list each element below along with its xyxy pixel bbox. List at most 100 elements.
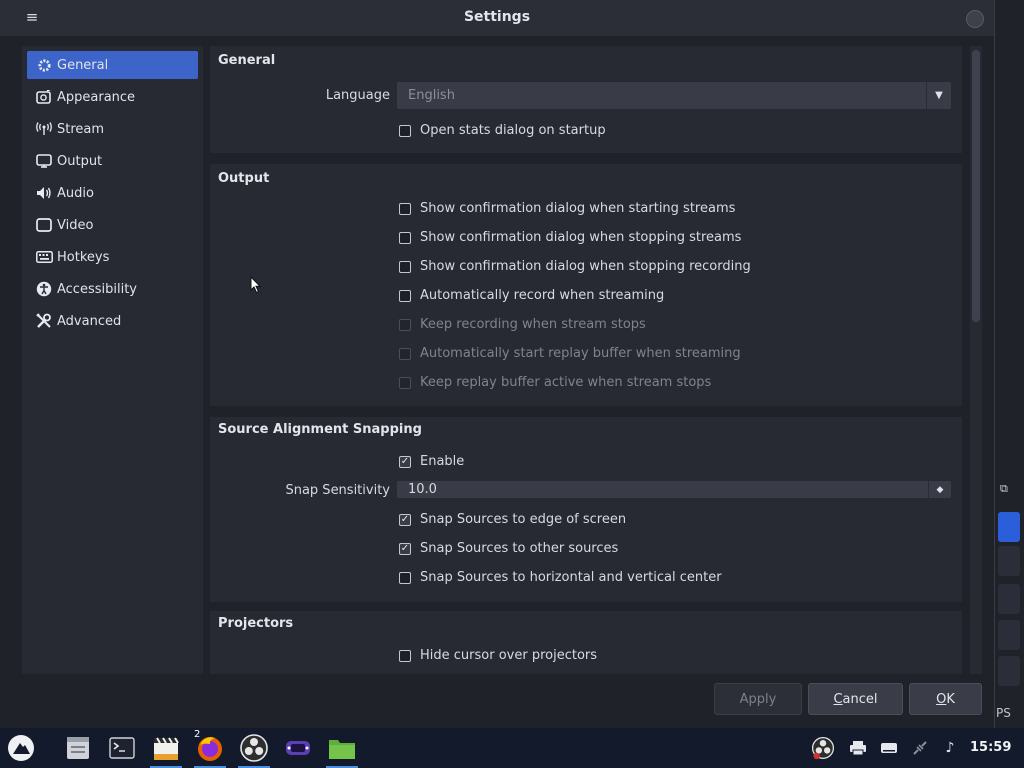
- checkmark-icon: ✓: [399, 455, 411, 468]
- background-item: [998, 584, 1020, 614]
- checkbox-box: [399, 571, 411, 584]
- snap-sensitivity-value: 10.0: [408, 482, 437, 497]
- sidebar-item-label: Accessibility: [57, 281, 137, 297]
- keep-replay-buffer-checkbox: Keep replay buffer active when stream st…: [399, 375, 711, 390]
- open-stats-checkbox[interactable]: Open stats dialog on startup: [399, 123, 606, 138]
- cancel-button[interactable]: Cancel: [808, 683, 903, 715]
- background-selected-item: [998, 512, 1020, 542]
- sidebar-item-stream[interactable]: Stream: [27, 115, 198, 143]
- section-title: Projectors: [218, 616, 294, 631]
- ok-button[interactable]: OK: [909, 683, 982, 715]
- snap-sources-checkbox[interactable]: ✓ Snap Sources to other sources: [399, 541, 618, 556]
- snapping-enable-checkbox[interactable]: ✓ Enable: [399, 454, 464, 469]
- tools-icon: [33, 311, 55, 331]
- checkbox-label: Automatically record when streaming: [420, 288, 665, 303]
- background-item: [998, 656, 1020, 686]
- firefox-icon[interactable]: 2: [194, 729, 226, 768]
- chevron-down-icon: ▼: [926, 82, 951, 109]
- snap-sensitivity-label: Snap Sensitivity: [285, 483, 390, 498]
- sidebar-item-label: Advanced: [57, 313, 122, 329]
- keep-recording-checkbox: Keep recording when stream stops: [399, 317, 646, 332]
- checkbox-label: Enable: [420, 454, 465, 469]
- scrollbar-thumb[interactable]: [972, 50, 980, 322]
- gear-icon: [33, 55, 55, 75]
- checkbox-label: Automatically start replay buffer when s…: [420, 346, 741, 361]
- checkbox-label: Show confirmation dialog when stopping r…: [420, 259, 751, 274]
- sidebar-item-label: Hotkeys: [57, 249, 110, 265]
- audio-volume-icon[interactable]: ♪: [940, 738, 960, 758]
- settings-window: ≡ Settings General Appearance Stream Out…: [0, 0, 995, 728]
- broadcast-icon: [33, 119, 55, 139]
- file-manager-icon[interactable]: [62, 732, 94, 764]
- app-menu-icon[interactable]: [5, 732, 37, 764]
- checkbox-box: [399, 289, 411, 302]
- mouse-cursor-icon: [250, 276, 262, 294]
- checkbox-label: Keep replay buffer active when stream st…: [420, 375, 712, 390]
- spin-arrows-icon[interactable]: ◆: [928, 481, 951, 498]
- monitor-icon: [33, 215, 55, 235]
- checkbox-label: Keep recording when stream stops: [420, 317, 646, 332]
- apply-button[interactable]: Apply: [714, 683, 802, 715]
- output-icon: [33, 151, 55, 171]
- section-title: Source Alignment Snapping: [218, 422, 422, 437]
- snap-sensitivity-spinbox[interactable]: 10.0 ◆: [397, 481, 951, 498]
- checkbox-label: Show confirmation dialog when stopping s…: [420, 230, 742, 245]
- background-item: [998, 546, 1020, 576]
- checkbox-box: [399, 347, 411, 360]
- dock-undock-icon[interactable]: ⧉: [1000, 482, 1016, 496]
- confirm-stop-recording-checkbox[interactable]: Show confirmation dialog when stopping r…: [399, 259, 751, 274]
- language-label: Language: [325, 88, 390, 103]
- sidebar-item-appearance[interactable]: Appearance: [27, 83, 198, 111]
- sidebar-item-label: Video: [57, 217, 94, 233]
- storage-icon[interactable]: [879, 738, 899, 758]
- snap-center-checkbox[interactable]: Snap Sources to horizontal and vertical …: [399, 570, 722, 585]
- confirm-stop-stream-checkbox[interactable]: Show confirmation dialog when stopping s…: [399, 230, 741, 245]
- checkmark-icon: ✓: [399, 513, 411, 526]
- checkbox-box: [399, 124, 411, 137]
- obs-tray-icon[interactable]: [811, 736, 835, 760]
- checkmark-icon: ✓: [399, 542, 411, 555]
- sidebar-item-advanced[interactable]: Advanced: [27, 307, 198, 335]
- language-dropdown[interactable]: English ▼: [397, 82, 951, 109]
- sidebar-item-label: Stream: [57, 121, 105, 137]
- printer-icon[interactable]: [848, 738, 868, 758]
- checkbox-label: Open stats dialog on startup: [420, 123, 606, 138]
- clock[interactable]: 15:59: [970, 740, 1011, 755]
- game-app-icon[interactable]: [282, 732, 314, 764]
- checkbox-box: [399, 376, 411, 389]
- checkbox-box: [399, 260, 411, 273]
- snap-edge-checkbox[interactable]: ✓ Snap Sources to edge of screen: [399, 512, 626, 527]
- video-editor-icon[interactable]: [150, 732, 182, 768]
- titlebar: ≡ Settings: [0, 0, 994, 36]
- sidebar-item-general[interactable]: General: [27, 51, 198, 79]
- sidebar-item-label: Audio: [57, 185, 94, 201]
- hide-cursor-checkbox[interactable]: Hide cursor over projectors: [399, 648, 597, 663]
- auto-record-checkbox[interactable]: Automatically record when streaming: [399, 288, 664, 303]
- content-scrollbar[interactable]: [970, 46, 982, 674]
- sidebar-item-label: Appearance: [57, 89, 136, 105]
- settings-sidebar: General Appearance Stream Output Audio V…: [22, 46, 203, 674]
- appearance-icon: [33, 87, 55, 107]
- sidebar-item-output[interactable]: Output: [27, 147, 198, 175]
- checkbox-box: [399, 649, 411, 662]
- taskbar: 2 ♪ 15:59: [0, 728, 1024, 768]
- checkbox-box: [399, 202, 411, 215]
- sidebar-item-accessibility[interactable]: Accessibility: [27, 275, 198, 303]
- background-window-control: [998, 10, 1020, 30]
- output-section: Output Show confirmation dialog when sta…: [210, 164, 962, 406]
- keyboard-icon: [33, 247, 55, 267]
- sidebar-item-video[interactable]: Video: [27, 211, 198, 239]
- window-title: Settings: [463, 9, 531, 25]
- minimize-button[interactable]: [966, 10, 984, 28]
- folder-icon[interactable]: [326, 732, 358, 768]
- obs-studio-icon[interactable]: [238, 732, 270, 768]
- network-disconnected-icon[interactable]: [910, 738, 930, 758]
- confirm-start-stream-checkbox[interactable]: Show confirmation dialog when starting s…: [399, 201, 735, 216]
- terminal-icon[interactable]: [106, 732, 138, 764]
- checkbox-box: [399, 231, 411, 244]
- checkbox-label: Show confirmation dialog when starting s…: [420, 201, 736, 216]
- sidebar-item-audio[interactable]: Audio: [27, 179, 198, 207]
- language-value: English: [408, 88, 455, 103]
- sidebar-item-hotkeys[interactable]: Hotkeys: [27, 243, 198, 271]
- checkbox-label: Snap Sources to edge of screen: [420, 512, 627, 527]
